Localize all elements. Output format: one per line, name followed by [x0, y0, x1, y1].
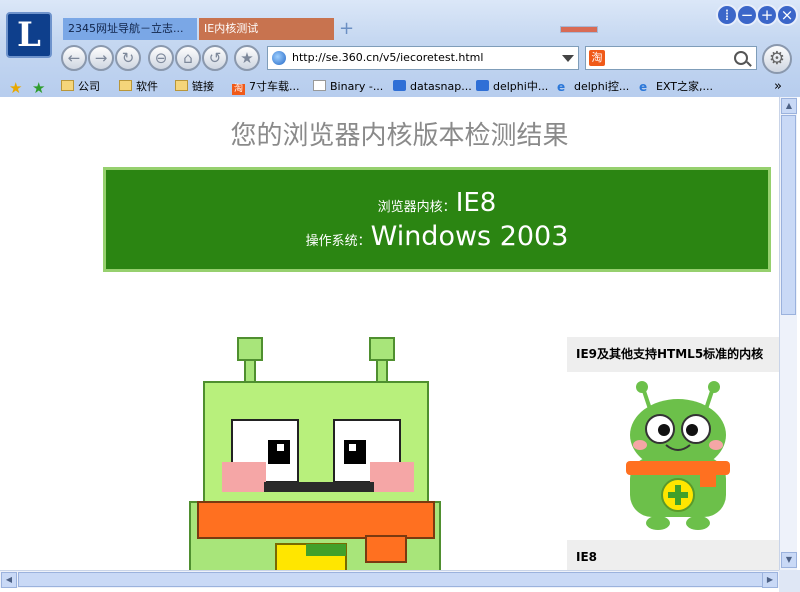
- os-value: Windows 2003: [370, 221, 569, 252]
- stop-icon[interactable]: ⊖: [148, 45, 174, 71]
- core-label: 浏览器内核：: [377, 200, 456, 215]
- folder-icon: [119, 80, 132, 91]
- menu-grid-icon[interactable]: ⁞: [716, 4, 738, 26]
- bookmark-item[interactable]: e delphi控...: [557, 78, 629, 96]
- maximize-icon[interactable]: +: [756, 4, 778, 26]
- ie-icon: e: [639, 80, 648, 94]
- search-box[interactable]: 淘: [585, 46, 757, 70]
- robot-mascot-illustration: [189, 337, 441, 570]
- bookmark-label: 公司: [78, 80, 100, 93]
- scrollbar-corner: [779, 570, 800, 592]
- minimize-icon[interactable]: −: [736, 4, 758, 26]
- forward-icon[interactable]: →: [88, 45, 114, 71]
- page-icon: [313, 80, 326, 91]
- bookmark-label: 7寸车载...: [249, 80, 300, 93]
- bookmark-item[interactable]: Binary -...: [313, 78, 383, 96]
- folder-icon: [61, 80, 74, 91]
- tab-label: 2345网址导航－立志...: [68, 22, 184, 35]
- add-favorite-icon[interactable]: ★: [32, 79, 45, 97]
- bookmark-label: 软件: [136, 80, 158, 93]
- address-url: http://se.360.cn/v5/iecoretest.html: [292, 51, 484, 64]
- site-icon: [476, 80, 489, 91]
- bookmark-label: delphi控...: [574, 80, 630, 93]
- favorites-star-icon[interactable]: ★: [9, 79, 22, 97]
- bookmark-item[interactable]: delphi中...: [476, 78, 548, 96]
- globe-icon: [272, 51, 286, 65]
- loading-indicator: [560, 26, 598, 33]
- bookmark-label: delphi中...: [493, 80, 549, 93]
- scroll-down-icon[interactable]: ▼: [781, 552, 797, 568]
- vertical-scroll-thumb[interactable]: [781, 115, 796, 315]
- browser-chrome: L 2345网址导航－立志... IE内核测试 + ⁞ − + × ← → ↻ …: [0, 0, 800, 97]
- bookmark-folder-links[interactable]: 链接: [175, 78, 214, 96]
- small-robot-mascot-illustration: [626, 381, 730, 530]
- new-tab-button[interactable]: +: [339, 18, 354, 40]
- bookmark-item[interactable]: 淘 7寸车载...: [232, 78, 300, 96]
- scroll-right-icon[interactable]: ▶: [762, 572, 778, 588]
- scroll-up-icon[interactable]: ▲: [781, 98, 797, 114]
- favorite-star-icon[interactable]: ★: [234, 45, 260, 71]
- close-icon[interactable]: ×: [776, 4, 798, 26]
- bookmark-label: datasnap...: [410, 80, 472, 93]
- vertical-scrollbar[interactable]: ▲ ▼: [779, 97, 797, 570]
- folder-icon: [175, 80, 188, 91]
- bookmark-item[interactable]: e EXT之家,...: [639, 78, 713, 96]
- side-heading-html5: IE9及其他支持HTML5标准的内核: [567, 337, 779, 372]
- page-title: 您的浏览器内核版本检测结果: [230, 121, 569, 151]
- ie-icon: e: [557, 80, 566, 94]
- gear-icon[interactable]: ⚙: [762, 44, 792, 74]
- home-icon[interactable]: ⌂: [175, 45, 201, 71]
- bookmark-folder-software[interactable]: 软件: [119, 78, 158, 96]
- bookmark-item[interactable]: datasnap...: [393, 78, 472, 96]
- side-heading-ie8: IE8: [567, 540, 779, 570]
- taobao-icon[interactable]: 淘: [589, 50, 605, 66]
- bookmarks-overflow-icon[interactable]: »: [774, 78, 782, 96]
- page-content: 您的浏览器内核版本检测结果 浏览器内核：IE8 操作系统：Windows 200…: [0, 97, 779, 570]
- horizontal-scrollbar[interactable]: ◀ ▶: [0, 570, 779, 588]
- tab-2345[interactable]: 2345网址导航－立志...: [63, 18, 197, 40]
- bookmark-label: EXT之家,...: [656, 80, 713, 93]
- bookmark-folder-company[interactable]: 公司: [61, 78, 100, 96]
- tab-label: IE内核测试: [204, 22, 259, 35]
- tab-ie-test[interactable]: IE内核测试: [199, 18, 334, 40]
- core-line: 浏览器内核：IE8: [106, 188, 768, 218]
- taobao-icon: 淘: [232, 84, 245, 95]
- browser-logo-icon[interactable]: L: [6, 12, 52, 58]
- result-panel: 浏览器内核：IE8 操作系统：Windows 2003: [103, 167, 771, 272]
- core-value: IE8: [455, 188, 497, 218]
- os-line: 操作系统：Windows 2003: [106, 221, 768, 252]
- search-icon[interactable]: [734, 51, 748, 65]
- horizontal-scroll-thumb[interactable]: [18, 572, 763, 587]
- bookmark-label: Binary -...: [330, 80, 384, 93]
- refresh-icon[interactable]: ↻: [115, 45, 141, 71]
- address-dropdown-icon[interactable]: [562, 55, 574, 62]
- bookmark-label: 链接: [192, 80, 214, 93]
- restore-icon[interactable]: ↺: [202, 45, 228, 71]
- scroll-left-icon[interactable]: ◀: [1, 572, 17, 588]
- site-icon: [393, 80, 406, 91]
- back-icon[interactable]: ←: [61, 45, 87, 71]
- address-bar[interactable]: http://se.360.cn/v5/iecoretest.html: [267, 46, 579, 70]
- os-label: 操作系统：: [305, 234, 371, 249]
